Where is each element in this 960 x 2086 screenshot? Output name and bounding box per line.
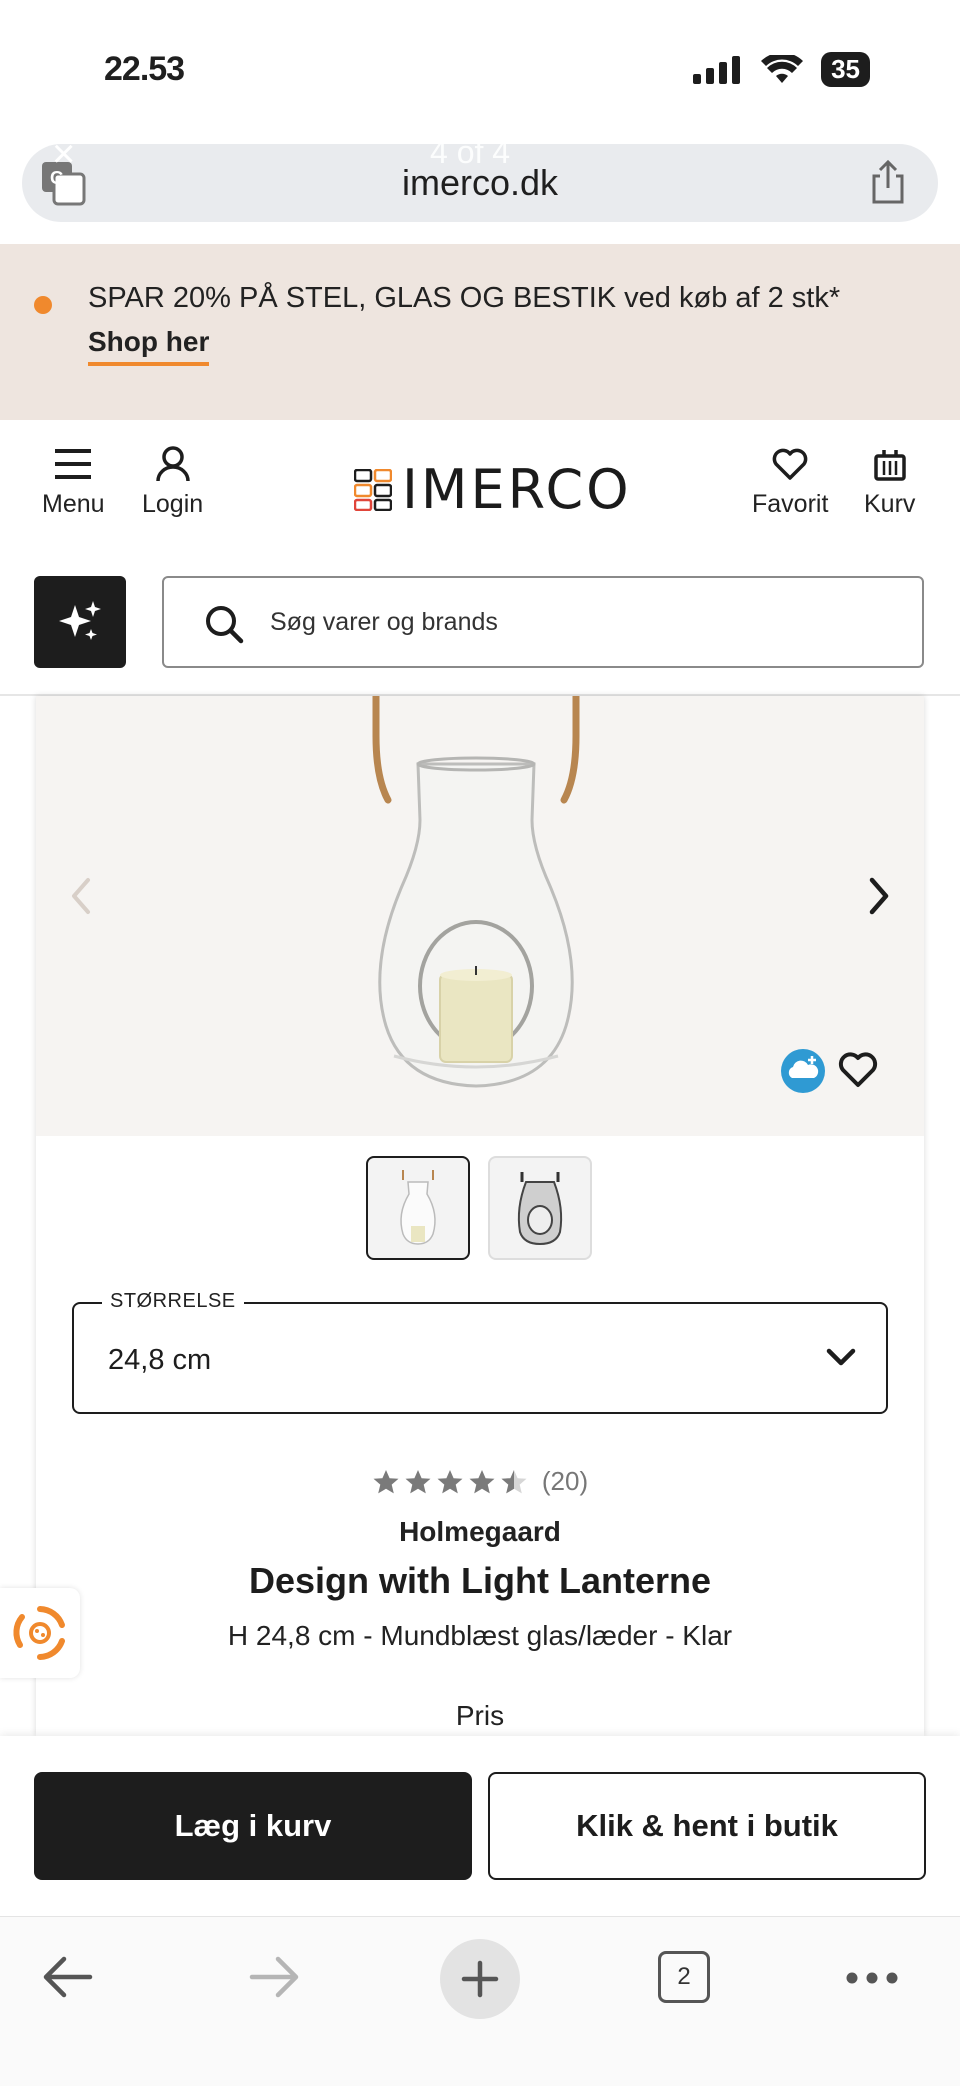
close-overlay-icon[interactable]: × (52, 132, 75, 177)
tabs-button[interactable]: 2 (658, 1951, 710, 2003)
size-value: 24,8 cm (108, 1344, 212, 1376)
lantern-product-image (372, 696, 580, 1088)
more-options-icon[interactable] (846, 1971, 898, 1985)
shop-here-link[interactable]: Shop her (88, 326, 210, 366)
size-legend: STØRRELSE (102, 1290, 244, 1313)
cloud-plus-icon[interactable] (780, 1048, 826, 1094)
favorite-label: Favorit (752, 490, 829, 518)
page-counter: 4 of 4 (430, 134, 511, 170)
signal-icon (693, 55, 741, 84)
search-placeholder: Søg varer og brands (270, 608, 498, 636)
star-half-icon (501, 1469, 527, 1493)
share-icon[interactable] (868, 158, 908, 206)
thumbnail-strip (366, 1156, 592, 1260)
product-subtitle: H 24,8 cm - Mundblæst glas/læder - Klar (227, 1620, 733, 1651)
thumb-lantern-dark-image (517, 1172, 563, 1246)
status-bar: 22.53 35 (0, 0, 960, 140)
thumb-lantern-image (400, 1170, 436, 1245)
sparkle-icon (59, 601, 101, 640)
search-input[interactable]: Søg varer og brands (162, 576, 924, 668)
cart-button[interactable]: Kurv (864, 444, 915, 519)
logo-mark-icon (354, 468, 392, 511)
status-time: 22.53 (104, 50, 185, 88)
logo-text: IMERCO (402, 458, 632, 521)
star-full-icon (437, 1469, 463, 1493)
recycle-circle-icon (13, 1606, 65, 1660)
rating-count: (20) (541, 1466, 589, 1496)
thumbnail-lantern-smoke[interactable] (488, 1156, 592, 1260)
promo-text: SPAR 20% PÅ STEL, GLAS OG BESTIK ved køb… (88, 282, 841, 314)
star-full-icon (405, 1469, 431, 1493)
click-collect-button[interactable]: Klik & hent i butik (488, 1772, 926, 1880)
basket-icon (873, 450, 906, 481)
chevron-down-icon (826, 1348, 856, 1366)
product-favorite-icon[interactable] (838, 1052, 878, 1088)
price-label: Pris (455, 1700, 505, 1731)
product-title: Design with Light Lanterne (248, 1560, 711, 1601)
add-to-cart-button[interactable]: Læg i kurv (34, 1772, 472, 1880)
hamburger-icon (55, 449, 92, 479)
size-select[interactable]: STØRRELSE 24,8 cm (72, 1290, 888, 1414)
product-card: STØRRELSE 24,8 cm (20) Holmegaard Design… (36, 696, 924, 1736)
wifi-icon (761, 54, 804, 83)
search-icon (206, 606, 244, 644)
user-icon (155, 446, 190, 482)
menu-button[interactable]: Menu (42, 444, 105, 519)
favorite-button[interactable]: Favorit (752, 444, 828, 519)
back-arrow-icon[interactable] (42, 1949, 94, 2005)
imerco-logo[interactable]: IMERCO (354, 458, 632, 521)
product-brand[interactable]: Holmegaard (36, 1516, 924, 1548)
site-header: Menu Login IMERCO Favorit Kurv (0, 420, 960, 560)
ai-assistant-button[interactable] (34, 576, 126, 668)
star-full-icon (469, 1469, 495, 1493)
product-rating[interactable]: (20) (36, 1466, 924, 1497)
gallery-next-arrow-icon[interactable] (864, 876, 894, 916)
new-tab-button[interactable] (440, 1939, 520, 2019)
side-widget-button[interactable] (0, 1588, 80, 1678)
battery-indicator: 35 (821, 52, 870, 87)
plus-icon (461, 1960, 499, 1998)
login-button[interactable]: Login (142, 444, 203, 519)
cart-label: Kurv (864, 490, 916, 518)
menu-label: Menu (42, 490, 105, 518)
heart-icon (772, 448, 808, 480)
promo-dot (34, 296, 52, 314)
status-icons: 35 (693, 52, 870, 87)
product-image-gallery[interactable] (36, 696, 924, 1136)
gallery-prev-arrow-icon[interactable] (66, 876, 96, 916)
thumbnail-lantern-clear[interactable] (366, 1156, 470, 1260)
forward-arrow-icon[interactable] (248, 1949, 300, 2005)
star-full-icon (373, 1469, 399, 1493)
product-action-bar: Læg i kurv Klik & hent i butik (0, 1736, 960, 1916)
browser-toolbar: 2 (0, 1916, 960, 2086)
login-label: Login (142, 490, 204, 518)
promo-banner: SPAR 20% PÅ STEL, GLAS OG BESTIK ved køb… (0, 244, 960, 420)
